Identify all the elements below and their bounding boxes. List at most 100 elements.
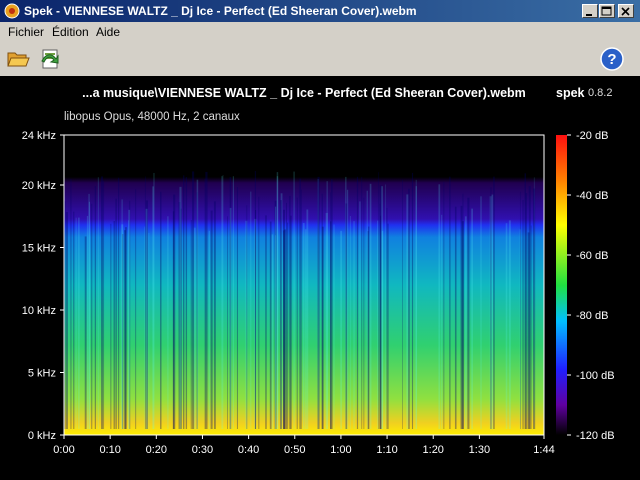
spectrogram-texture [91,203,93,429]
spectrogram-texture [160,191,162,429]
maximize-button[interactable] [599,4,615,18]
freq-tick-label: 10 kHz [22,305,56,317]
menu-fichier[interactable]: Fichier [8,25,44,39]
spectrogram-texture [353,221,355,429]
spectrogram-texture [70,179,72,429]
time-tick-label: 1:20 [423,444,444,456]
spectrogram-texture [340,230,343,429]
spectrogram-texture [306,209,309,429]
spectrogram-texture [276,172,279,430]
spectrogram-texture [406,194,409,429]
spectrogram-texture [464,216,467,429]
spectrogram-texture [65,212,68,429]
spectrogram-texture [84,236,87,429]
spectrogram-texture [246,205,248,429]
spectrogram-view[interactable]: ...a musique\VIENNESE WALTZ _ Dj Ice - P… [0,76,640,480]
spectrogram-texture [305,229,307,429]
spectrogram-texture [88,193,90,429]
spectrogram-texture [258,196,260,429]
spectrogram-texture [366,190,368,429]
spectrogram-texture [145,208,148,429]
spectrogram-texture [293,171,295,429]
spectrogram-texture [356,176,359,429]
spectrogram-texture [378,172,379,429]
spectrogram-texture [333,224,335,429]
spectrogram-texture [208,230,210,429]
spectrogram-texture [449,176,451,429]
spectrogram-texture [121,199,123,429]
menu-edition[interactable]: Édition [52,25,89,39]
spectrogram-texture [265,215,267,429]
close-button[interactable] [618,4,634,18]
spectrogram-texture [167,216,169,429]
spectrogram-texture [279,200,282,429]
spectrogram-texture [73,211,75,429]
spectrogram-texture [110,223,112,429]
db-tick-label: -100 dB [576,370,615,382]
spectrogram-texture [282,230,285,429]
db-tick-label: -120 dB [576,430,615,442]
spectrogram-texture [196,179,199,429]
time-tick-label: 0:50 [284,444,305,456]
spectrogram-texture [299,178,301,429]
spectrogram-texture [508,220,511,429]
spectrogram-texture [204,178,206,429]
spectrogram-texture [505,223,508,429]
minimize-button[interactable] [582,4,598,18]
spectrogram-texture [361,176,363,429]
spectrogram-texture [185,177,188,429]
spectrogram-texture [78,217,80,429]
spectrogram-texture [290,215,292,429]
spectrogram-texture [363,197,365,429]
spectrogram-texture [115,198,117,429]
spectrogram-texture [128,220,129,429]
spectrogram-texture [183,175,185,429]
help-icon[interactable]: ? [600,47,624,71]
spectrogram-texture [345,203,348,429]
spectrogram-texture [118,177,120,429]
window-title: Spek - VIENNESE WALTZ _ Dj Ice - Perfect… [24,4,417,18]
spectrogram-texture [86,215,89,429]
spectrogram-texture [330,221,332,429]
db-tick-label: -60 dB [576,250,608,262]
spectrogram-texture [229,207,232,429]
spectrogram-texture [144,176,146,429]
spectrogram-texture [97,177,99,429]
save-export-icon[interactable] [38,47,62,71]
spectrogram-texture [519,191,521,429]
spectrogram-texture [530,225,532,429]
spectrogram-texture [349,215,351,429]
title-bar[interactable]: Spek - VIENNESE WALTZ _ Dj Ice - Perfect… [0,0,640,22]
spectrogram-texture [441,214,443,429]
spectrogram-texture [192,171,195,430]
svg-text:?: ? [607,51,616,68]
spectrogram-texture [381,230,384,429]
menu-aide[interactable]: Aide [96,25,120,39]
spectrogram-texture [227,216,228,429]
spectrogram-texture [232,176,234,429]
open-folder-icon[interactable] [6,47,30,71]
freq-tick-label: 15 kHz [22,243,56,255]
time-tick-label: 0:40 [238,444,259,456]
spectrogram-texture [490,187,492,429]
freq-tick-label: 20 kHz [22,180,56,192]
menu-bar: Fichier Édition Aide [0,22,640,42]
spectrogram-texture [443,181,445,429]
spectrogram-texture [173,194,176,429]
spectrogram-texture [269,221,272,429]
freq-tick-label: 5 kHz [28,368,56,380]
spectrogram-texture [402,179,403,429]
spek-app-icon [4,3,20,19]
spectrogram-texture [415,179,417,429]
maximize-icon [601,6,612,16]
spectrogram-texture [359,201,361,429]
spectrogram-texture [286,202,287,429]
spectrogram-texture [321,193,323,429]
time-tick-label: 0:20 [146,444,167,456]
spectrogram-texture [532,188,536,429]
time-tick-label: 1:00 [330,444,351,456]
spectrogram-texture [369,183,372,429]
spectrogram-texture [411,172,414,429]
spectrogram-texture [302,222,305,429]
spectrogram-texture [103,180,105,429]
